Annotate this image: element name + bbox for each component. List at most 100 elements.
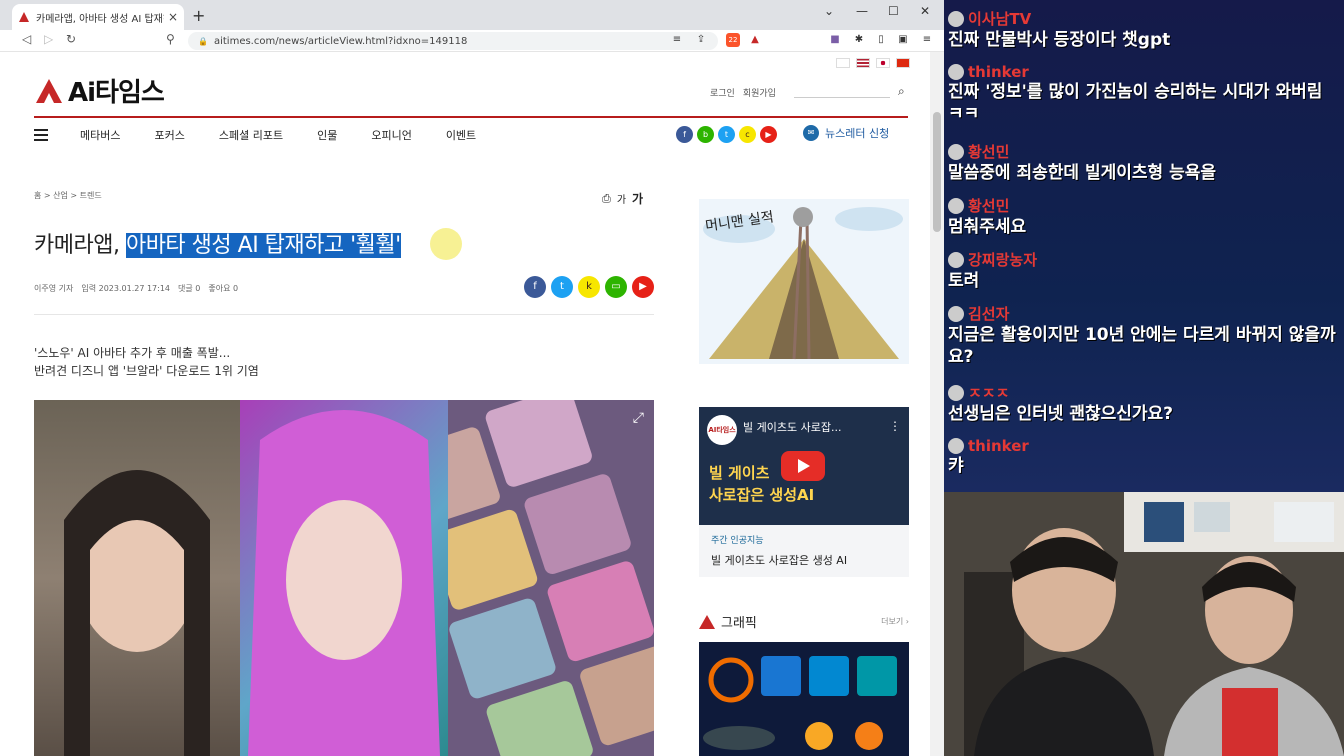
china-flag-icon[interactable] xyxy=(896,58,910,68)
graphic-more-link[interactable]: 더보기 › xyxy=(881,616,909,627)
close-window-icon[interactable]: ✕ xyxy=(920,4,930,18)
newsletter-icon: ✉ xyxy=(803,125,819,141)
japan-flag-icon[interactable] xyxy=(876,58,890,68)
chat-username: 황선민 xyxy=(968,143,1010,161)
logo-text: Ai타임스 xyxy=(68,78,165,108)
infographic-thumbnail[interactable] xyxy=(699,642,909,756)
chat-avatar xyxy=(948,143,964,160)
chat-message: thinker 진짜 '정보'를 많이 가진놈이 승리하는 시대가 와버림 ㅋㅋ xyxy=(948,63,1340,125)
byline-divider xyxy=(34,314,654,315)
extension-m-icon[interactable]: ■ xyxy=(828,33,842,47)
embedded-youtube-video[interactable]: AI타임스 빌 게이츠도 사로잡... ⋮ 빌 게이츠 사로잡은 생성AI xyxy=(699,407,909,525)
breadcrumb[interactable]: 홈 > 산업 > 트렌드 xyxy=(34,190,102,201)
social-links: f b t c ▶ xyxy=(676,126,777,143)
brave-shield-icon[interactable]: 22 xyxy=(726,33,740,47)
share-kakao-icon[interactable]: k xyxy=(578,276,600,298)
tab-bar: 카메라앱, 아바타 생성 AI 탑재하고 × + ⌄ — ☐ ✕ xyxy=(0,0,944,30)
url-text: aitimes.com/news/articleView.html?idxno=… xyxy=(213,35,468,47)
chat-username: ㅈㅈㅈ xyxy=(968,384,1010,402)
site-search-input[interactable] xyxy=(794,82,890,98)
share-facebook-icon[interactable]: f xyxy=(524,276,546,298)
menu-icon[interactable]: ≡ xyxy=(920,33,934,47)
newsletter-link[interactable]: ✉ 뉴스레터 신청 xyxy=(803,125,889,141)
video-caption-channel: 주간 인공지능 xyxy=(711,536,764,546)
chat-username: 황선민 xyxy=(968,197,1010,215)
chat-message: ㅈㅈㅈ 선생님은 인터넷 괜찮으신가요? xyxy=(948,382,1340,425)
share-twitter-icon[interactable]: t xyxy=(551,276,573,298)
print-icon[interactable]: ⎙ xyxy=(602,192,611,206)
chat-text: 선생님은 인터넷 괜찮으신가요? xyxy=(948,404,1174,424)
nav-item-opinion[interactable]: 오피니언 xyxy=(371,127,411,143)
reload-icon[interactable]: ↻ xyxy=(66,32,76,46)
us-flag-icon[interactable] xyxy=(856,58,870,68)
expand-image-icon[interactable]: ⤢ xyxy=(633,410,644,426)
newsletter-label: 뉴스레터 신청 xyxy=(825,127,890,140)
back-icon[interactable]: ◁ xyxy=(22,32,31,46)
nav-item-people[interactable]: 인물 xyxy=(317,127,337,143)
scrollbar-thumb[interactable] xyxy=(933,112,941,232)
font-decrease-button[interactable]: 가 xyxy=(617,191,626,206)
kakao-channel-icon[interactable]: c xyxy=(739,126,756,143)
video-title: 빌 게이츠도 사로잡... xyxy=(743,421,842,434)
nav-item-event[interactable]: 이벤트 xyxy=(446,127,476,143)
font-increase-button[interactable]: 가 xyxy=(632,190,643,207)
webcam-feed xyxy=(944,492,1344,756)
site-logo[interactable]: Ai타임스 xyxy=(34,72,165,109)
korean-flag-icon[interactable] xyxy=(836,58,850,68)
hamburger-icon[interactable] xyxy=(34,129,48,141)
search-icon[interactable]: ⌕ xyxy=(898,84,905,99)
nav-item-special-report[interactable]: 스페셜 리포트 xyxy=(219,127,283,143)
twitter-icon[interactable]: t xyxy=(718,126,735,143)
share-youtube-icon[interactable]: ▶ xyxy=(632,276,654,298)
page-scrollbar[interactable] xyxy=(930,52,944,756)
wallet-icon[interactable]: ▣ xyxy=(896,33,910,47)
nav-item-focus[interactable]: 포커스 xyxy=(154,127,184,143)
chat-username: 김선자 xyxy=(968,305,1010,323)
like-count[interactable]: 좋아요 0 xyxy=(208,283,238,294)
chat-avatar xyxy=(948,64,964,80)
graphic-section-title: 그래픽 xyxy=(721,616,757,631)
forward-icon[interactable]: ▷ xyxy=(44,32,53,46)
share-icon[interactable]: ⇪ xyxy=(694,33,708,47)
maximize-icon[interactable]: ☐ xyxy=(888,4,899,18)
naver-blog-icon[interactable]: b xyxy=(697,126,714,143)
reader-mode-icon[interactable]: ≡ xyxy=(670,33,684,47)
extensions-puzzle-icon[interactable]: ✱ xyxy=(852,33,866,47)
video-caption[interactable]: 주간 인공지능 빌 게이츠도 사로잡은 생성 AI xyxy=(699,525,909,577)
browser-tab[interactable]: 카메라앱, 아바타 생성 AI 탑재하고 × xyxy=(12,4,184,30)
address-bar[interactable]: 🔒 aitimes.com/news/articleView.html?idxn… xyxy=(188,32,718,50)
bookmark-icon[interactable]: ⚲ xyxy=(166,32,175,46)
headline-plain: 카메라앱, xyxy=(34,233,126,258)
chat-message: 이사남TV 진짜 만물박사 등장이다 챗gpt xyxy=(948,8,1340,51)
comment-count[interactable]: 댓글 0 xyxy=(178,283,200,294)
author[interactable]: 이주영 기자 xyxy=(34,283,73,294)
language-flags xyxy=(836,58,910,68)
graphic-logo-icon xyxy=(699,614,715,629)
close-tab-icon[interactable]: × xyxy=(168,10,178,24)
facebook-icon[interactable]: f xyxy=(676,126,693,143)
sidebar-cartoon-ad[interactable]: 머니맨 실적 xyxy=(699,199,909,364)
brave-rewards-icon[interactable]: ▲ xyxy=(748,33,762,47)
share-buttons: f t k ▭ ▶ xyxy=(524,276,654,298)
chat-username: thinker xyxy=(968,437,1029,455)
video-more-icon[interactable]: ⋮ xyxy=(889,419,901,433)
nav-item-metaverse[interactable]: 메타버스 xyxy=(80,127,120,143)
login-link[interactable]: 로그인 xyxy=(710,86,735,99)
tab-search-icon[interactable]: ⌄ xyxy=(824,4,834,18)
face-illustration-1 xyxy=(64,470,210,756)
chat-avatar xyxy=(948,438,964,454)
chat-avatar xyxy=(948,197,964,214)
youtube-icon[interactable]: ▶ xyxy=(760,126,777,143)
article-hero-image[interactable]: ⤢ xyxy=(34,400,654,756)
tab-title: 카메라앱, 아바타 생성 AI 탑재하고 xyxy=(36,13,164,25)
graphic-section-header: 그래픽 더보기 › xyxy=(699,612,909,631)
chat-avatar xyxy=(948,10,964,27)
new-tab-button[interactable]: + xyxy=(192,6,205,25)
chat-text: 진짜 '정보'를 많이 가진놈이 승리하는 시대가 와버림 ㅋㅋ xyxy=(948,82,1323,124)
share-naver-icon[interactable]: ▭ xyxy=(605,276,627,298)
sidebar-icon[interactable]: ▯ xyxy=(874,33,888,47)
chat-message: 강찌랑농자 토려 xyxy=(948,249,1340,292)
signup-link[interactable]: 회원가입 xyxy=(743,86,776,99)
youtube-play-icon[interactable] xyxy=(781,451,825,481)
minimize-icon[interactable]: — xyxy=(856,4,868,18)
